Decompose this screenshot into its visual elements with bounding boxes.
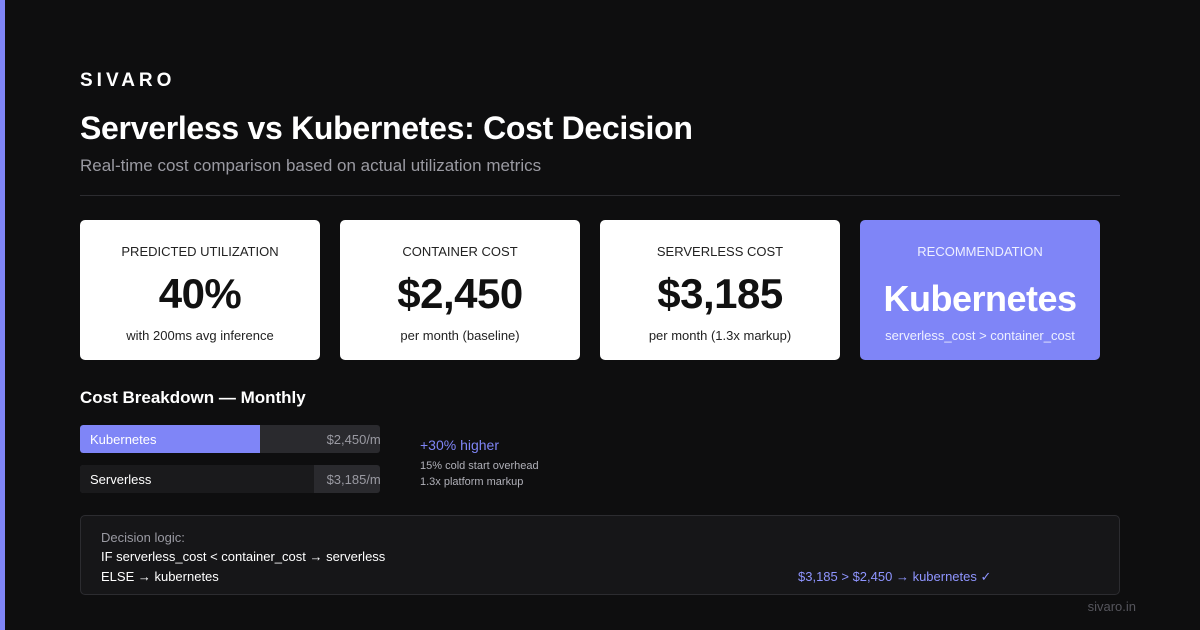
page-subtitle: Real-time cost comparison based on actua… (80, 156, 542, 175)
card-subtext: per month (baseline) (400, 328, 520, 343)
delta-note: 1.3x platform markup (420, 476, 524, 488)
card-label: PREDICTED UTILIZATION (121, 244, 279, 259)
logic-result: $3,185 > $2,450 → kubernetes ✓ (798, 569, 992, 584)
logic-if-line: IF serverless_cost < container_cost → se… (101, 549, 386, 564)
logic-else-line: ELSE → kubernetes (101, 569, 219, 584)
decision-logic-panel: Decision logic: IF serverless_cost < con… (80, 515, 1120, 595)
card-label: CONTAINER COST (402, 244, 518, 259)
kubernetes-cost-bar: Kubernetes $2,450/mo (80, 425, 380, 453)
brand-logo: SIVARO (80, 70, 176, 91)
serverless-cost-bar: Serverless $3,185/mo (80, 465, 380, 493)
page-title: Serverless vs Kubernetes: Cost Decision (80, 110, 693, 146)
card-label: SERVERLESS COST (656, 244, 784, 259)
cost-delta: +30% higher (420, 437, 500, 453)
bar-label: Serverless (90, 472, 152, 487)
breakdown-title: Cost Breakdown — Monthly (80, 388, 306, 407)
serverless-cost-card: SERVERLESS COST $3,185 per month (1.3x m… (600, 220, 840, 360)
utilization-card: PREDICTED UTILIZATION 40% with 200ms avg… (80, 220, 320, 360)
card-subtext: with 200ms avg inference (126, 328, 274, 343)
delta-note: 15% cold start overhead (420, 460, 539, 472)
accent-bar (0, 0, 5, 630)
bar-amount: $2,450/mo (326, 432, 380, 447)
card-value: 40% (158, 270, 242, 317)
bar-label: Kubernetes (90, 432, 157, 447)
card-label: RECOMMENDATION (917, 244, 1043, 259)
bar-amount: $3,185/mo (326, 472, 380, 487)
card-subtext: serverless_cost > container_cost (885, 328, 1075, 343)
card-subtext: per month (1.3x markup) (648, 328, 792, 343)
card-value: $2,450 (397, 270, 523, 317)
card-value: $3,185 (657, 270, 783, 317)
container-cost-card: CONTAINER COST $2,450 per month (baselin… (340, 220, 580, 360)
header-divider (80, 195, 1120, 196)
recommendation-card: RECOMMENDATION Kubernetes serverless_cos… (860, 220, 1100, 360)
recommendation-value: Kubernetes (883, 278, 1077, 319)
footer-domain: sivaro.in (1087, 599, 1136, 614)
logic-heading: Decision logic: (101, 530, 185, 545)
